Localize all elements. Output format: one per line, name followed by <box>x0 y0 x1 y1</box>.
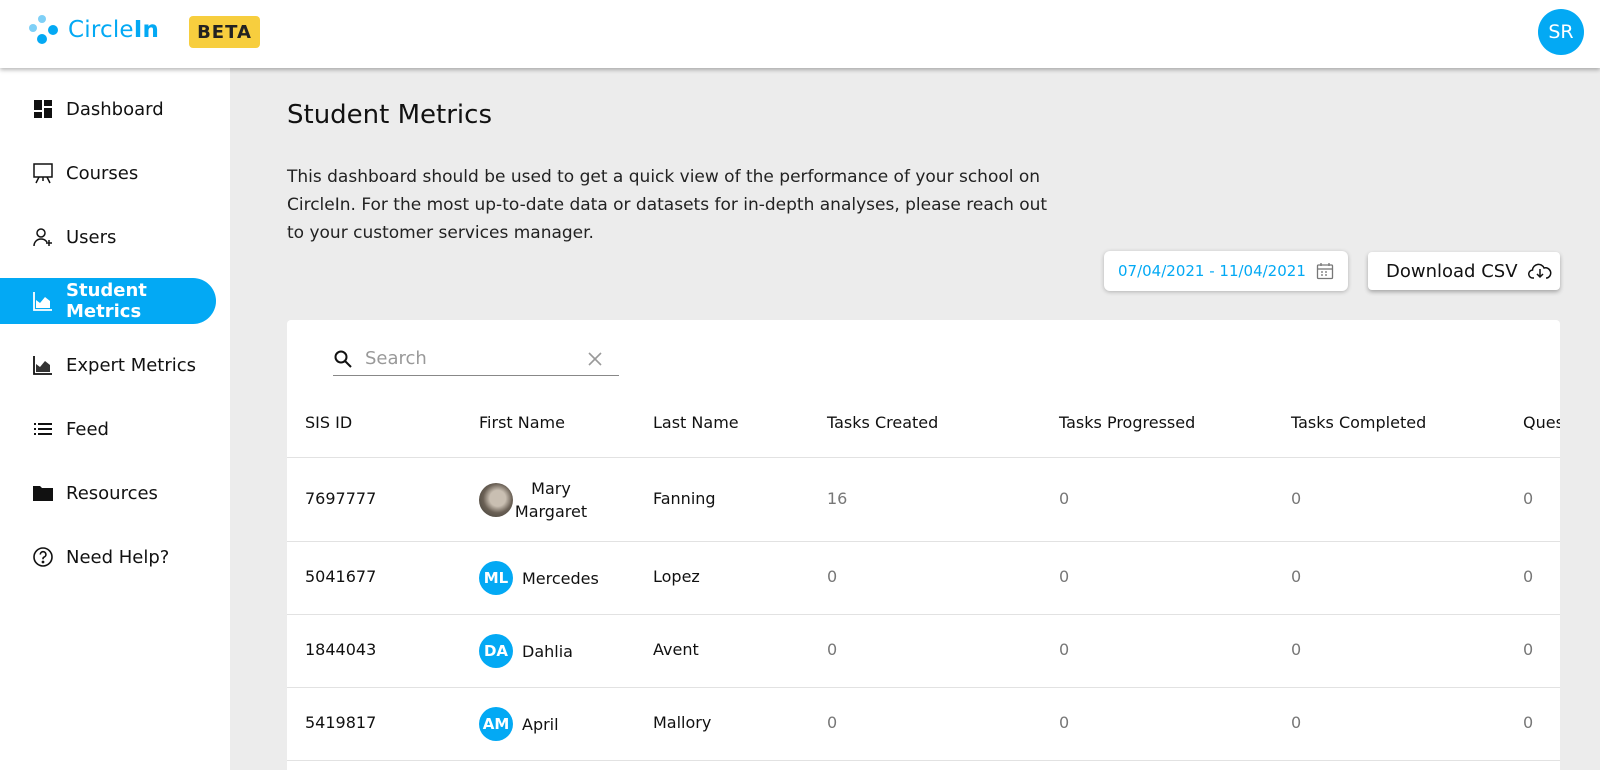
sidebar-item-label: Expert Metrics <box>66 354 197 376</box>
tasks-progressed-cell: 0 <box>1059 489 1070 508</box>
column-header-questions[interactable]: Ques <box>1523 413 1560 432</box>
student-avatar <box>479 483 513 517</box>
first-name-cell: Mary Margaret <box>479 477 589 523</box>
student-avatar: DA <box>479 634 513 668</box>
sidebar-item-label: Courses <box>66 162 139 184</box>
user-avatar[interactable]: SR <box>1538 9 1584 55</box>
questions-cell: 0 <box>1523 489 1534 508</box>
tasks-progressed-cell: 0 <box>1059 640 1070 659</box>
sidebar-item-label: Student Metrics <box>66 280 147 322</box>
sidebar-item-expert-metrics[interactable]: Expert Metrics <box>0 342 216 388</box>
sis-id-cell: 5041677 <box>305 567 377 586</box>
sidebar-item-label: Users <box>66 226 117 248</box>
sidebar-item-label: Resources <box>66 482 158 504</box>
first-name-text: Dahlia <box>522 641 573 661</box>
main-content: Student Metrics This dashboard should be… <box>230 68 1600 770</box>
tasks-completed-cell: 0 <box>1291 713 1302 732</box>
column-header-sis-id[interactable]: SIS ID <box>305 413 352 432</box>
download-csv-button[interactable]: Download CSV <box>1368 252 1560 290</box>
page-description: This dashboard should be used to get a q… <box>287 167 1048 243</box>
sidebar-item-label: Feed <box>66 418 109 440</box>
folder-icon <box>32 482 54 504</box>
table-row[interactable]: 1844043 DA Dahlia Avent 0 0 0 0 <box>287 614 1560 687</box>
logo-dots-icon <box>29 15 58 44</box>
tasks-progressed-cell: 0 <box>1059 713 1070 732</box>
presentation-board-icon <box>32 162 54 184</box>
area-chart-icon <box>32 290 54 312</box>
table-row[interactable]: 5419817 AM April Mallory 0 0 0 0 <box>287 687 1560 760</box>
sidebar-item-student-metrics[interactable]: Student Metrics <box>0 278 216 324</box>
tasks-created-cell: 0 <box>827 567 838 586</box>
tasks-progressed-cell: 0 <box>1059 567 1070 586</box>
date-range-picker[interactable]: 07/04/2021 - 11/04/2021 <box>1104 251 1348 291</box>
column-header-tasks-completed[interactable]: Tasks Completed <box>1291 413 1426 432</box>
clear-search-icon[interactable] <box>587 351 603 367</box>
tasks-completed-cell: 0 <box>1291 640 1302 659</box>
last-name-cell: Avent <box>653 640 699 659</box>
questions-cell: 0 <box>1523 713 1534 732</box>
first-name-text: Mary Margaret <box>514 479 588 521</box>
first-name-text: April <box>522 714 559 734</box>
tasks-created-cell: 0 <box>827 713 838 732</box>
first-name-text: Mercedes <box>522 568 599 588</box>
circlein-logo[interactable]: CircleIn <box>28 14 159 46</box>
top-bar: CircleIn BETA SR <box>0 0 1600 68</box>
column-header-tasks-created[interactable]: Tasks Created <box>827 413 938 432</box>
student-avatar: AM <box>479 707 513 741</box>
dashboard-icon <box>32 98 54 120</box>
download-csv-label: Download CSV <box>1386 260 1518 282</box>
column-header-last-name[interactable]: Last Name <box>653 413 739 432</box>
table-row[interactable]: 5041677 ML Mercedes Lopez 0 0 0 0 <box>287 541 1560 614</box>
sidebar-item-label: Dashboard <box>66 98 164 120</box>
last-name-cell: Mallory <box>653 713 712 732</box>
sidebar: Dashboard Courses Users Student Metrics … <box>0 68 230 770</box>
help-circle-icon <box>32 546 54 568</box>
area-chart-icon <box>32 354 54 376</box>
last-name-cell: Lopez <box>653 567 700 586</box>
sis-id-cell: 5419817 <box>305 713 377 732</box>
tasks-created-cell: 16 <box>827 489 848 508</box>
table-row[interactable] <box>287 760 1560 770</box>
search-icon <box>333 349 355 369</box>
sidebar-item-courses[interactable]: Courses <box>0 150 216 196</box>
student-metrics-table-card: SIS ID First Name Last Name Tasks Create… <box>287 320 1560 770</box>
tasks-created-cell: 0 <box>827 640 838 659</box>
sis-id-cell: 7697777 <box>305 489 377 508</box>
first-name-cell: ML Mercedes <box>479 561 599 595</box>
date-range-text: 07/04/2021 - 11/04/2021 <box>1118 262 1306 280</box>
logo-text: CircleIn <box>68 17 160 43</box>
sidebar-item-feed[interactable]: Feed <box>0 406 216 452</box>
sidebar-item-label: Need Help? <box>66 546 170 568</box>
column-header-tasks-progressed[interactable]: Tasks Progressed <box>1059 413 1195 432</box>
tasks-completed-cell: 0 <box>1291 489 1302 508</box>
beta-badge: BETA <box>189 16 260 48</box>
users-icon <box>32 226 54 248</box>
sidebar-item-users[interactable]: Users <box>0 214 216 260</box>
search-bar <box>333 342 619 376</box>
questions-cell: 0 <box>1523 640 1534 659</box>
last-name-cell: Fanning <box>653 489 716 508</box>
column-header-first-name[interactable]: First Name <box>479 413 565 432</box>
tasks-completed-cell: 0 <box>1291 567 1302 586</box>
table-row[interactable]: 7697777 Mary Margaret Fanning 16 0 0 0 <box>287 457 1560 541</box>
search-input[interactable] <box>365 348 575 369</box>
sidebar-item-resources[interactable]: Resources <box>0 470 216 516</box>
first-name-cell: AM April <box>479 707 559 741</box>
page-title: Student Metrics <box>287 100 492 130</box>
sis-id-cell: 1844043 <box>305 640 377 659</box>
first-name-cell: DA Dahlia <box>479 634 573 668</box>
student-avatar: ML <box>479 561 513 595</box>
list-icon <box>32 418 54 440</box>
cloud-download-icon <box>1527 262 1552 280</box>
sidebar-item-need-help[interactable]: Need Help? <box>0 534 216 580</box>
sidebar-item-dashboard[interactable]: Dashboard <box>0 86 216 132</box>
calendar-icon <box>1316 262 1334 280</box>
questions-cell: 0 <box>1523 567 1534 586</box>
